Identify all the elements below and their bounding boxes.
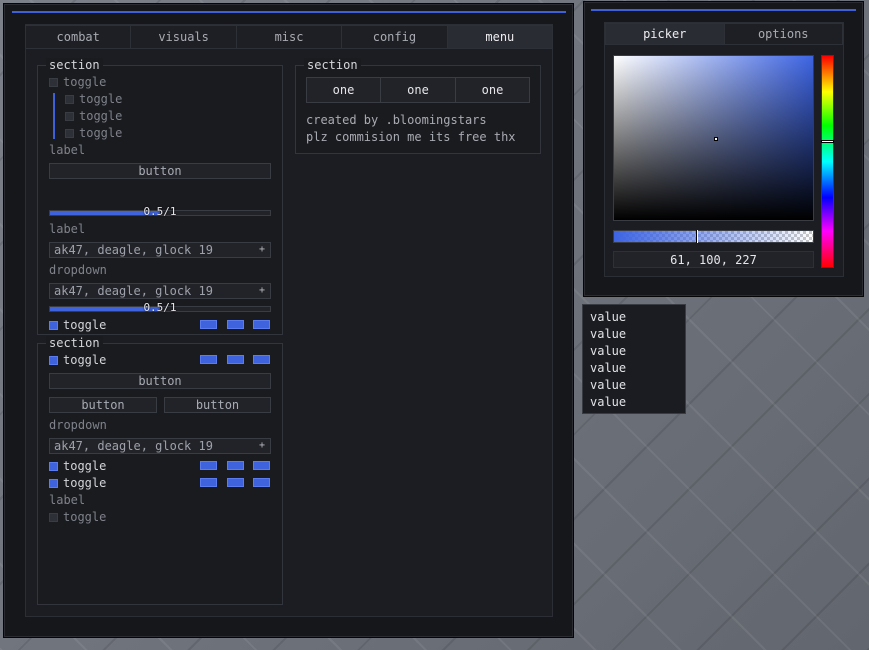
value-item[interactable]: value — [590, 360, 678, 377]
slider-1[interactable]: 0.5/1 — [49, 205, 271, 218]
hue-slider[interactable] — [821, 55, 834, 268]
toggle-label: toggle — [63, 318, 107, 332]
toggle-2[interactable]: toggle — [49, 458, 106, 474]
picker-tab-bar: picker options — [605, 23, 843, 45]
credit-line-1: created by .bloomingstars — [306, 113, 487, 127]
dropdown-3-value: ak47, deagle, glock 19 — [54, 439, 213, 453]
dropdown-label: dropdown — [49, 263, 107, 277]
color-swatch[interactable] — [253, 478, 270, 487]
color-swatch[interactable] — [200, 478, 217, 487]
label-2: label — [49, 222, 86, 236]
label-3: label — [49, 493, 86, 507]
slider-1-value: 0.5/1 — [143, 205, 177, 218]
label-1: label — [49, 143, 86, 157]
checkbox-icon — [65, 95, 74, 104]
toggle-main[interactable]: toggle — [49, 74, 106, 90]
dropdown-1-value: ak47, deagle, glock 19 — [54, 243, 213, 257]
main-tab-bar: combat visuals misc config menu — [25, 25, 553, 49]
sv-cursor[interactable] — [714, 137, 718, 141]
section-1-title: section — [46, 58, 103, 72]
dropdown-2[interactable]: ak47, deagle, glock 19 + — [49, 283, 271, 299]
color-swatch[interactable] — [253, 461, 270, 470]
value-item[interactable]: value — [590, 343, 678, 360]
toggle-4[interactable]: toggle — [49, 509, 106, 525]
alpha-marker[interactable] — [696, 230, 698, 243]
tab-misc[interactable]: misc — [237, 26, 343, 48]
picker-accent-bar — [591, 9, 856, 11]
tab-menu[interactable]: menu — [447, 26, 553, 48]
checkbox-icon — [49, 462, 58, 471]
toggle-label: toggle — [63, 353, 107, 367]
tab-combat[interactable]: combat — [26, 26, 132, 48]
value-item[interactable]: value — [590, 309, 678, 326]
toggle-label: toggle — [63, 510, 107, 524]
hue-marker[interactable] — [821, 140, 834, 143]
toggle-label: toggle — [63, 75, 107, 89]
slider-2[interactable]: 0.5/1 — [49, 301, 271, 314]
checkbox-icon — [65, 112, 74, 121]
tab-options[interactable]: options — [725, 24, 843, 44]
sub-toggle-3[interactable]: toggle — [65, 125, 122, 141]
checkbox-icon — [49, 479, 58, 488]
button-one-1[interactable]: one — [306, 77, 381, 103]
dropdown-1[interactable]: ak47, deagle, glock 19 + — [49, 242, 271, 258]
section-2-button-right[interactable]: button — [164, 397, 271, 413]
checkbox-icon — [49, 321, 58, 330]
value-item[interactable]: value — [590, 394, 678, 411]
toggle-label: toggle — [79, 109, 123, 123]
button-one-3[interactable]: one — [455, 77, 530, 103]
section-2-button-left[interactable]: button — [49, 397, 157, 413]
plus-icon: + — [258, 440, 265, 451]
dropdown-3[interactable]: ak47, deagle, glock 19 + — [49, 438, 271, 454]
toggle-label: toggle — [63, 476, 107, 490]
toggle-3[interactable]: toggle — [49, 475, 106, 491]
color-swatch[interactable] — [227, 355, 244, 364]
color-swatch[interactable] — [253, 320, 270, 329]
color-swatch[interactable] — [200, 355, 217, 364]
color-swatch[interactable] — [227, 320, 244, 329]
checkbox-icon — [65, 129, 74, 138]
plus-icon: + — [258, 285, 265, 296]
color-swatch[interactable] — [227, 478, 244, 487]
alpha-slider[interactable] — [613, 230, 814, 243]
sub-toggle-2[interactable]: toggle — [65, 108, 122, 124]
section-2-title: section — [46, 336, 103, 350]
section-1-button[interactable]: button — [49, 163, 271, 179]
sub-toggle-1[interactable]: toggle — [65, 91, 122, 107]
sub-toggle-indicator — [53, 93, 55, 139]
color-swatch[interactable] — [200, 320, 217, 329]
checkbox-icon — [49, 356, 58, 365]
toggle-with-colors[interactable]: toggle — [49, 317, 106, 333]
value-item[interactable]: value — [590, 326, 678, 343]
toggle-label: toggle — [79, 126, 123, 140]
value-list: value value value value value value — [582, 304, 686, 414]
checkbox-icon — [49, 78, 58, 87]
tab-visuals[interactable]: visuals — [131, 26, 237, 48]
value-item[interactable]: value — [590, 377, 678, 394]
button-one-2[interactable]: one — [380, 77, 456, 103]
toggle-label: toggle — [79, 92, 123, 106]
slider-2-value: 0.5/1 — [143, 301, 177, 314]
tab-config[interactable]: config — [342, 26, 448, 48]
toggle-label: toggle — [63, 459, 107, 473]
plus-icon: + — [258, 244, 265, 255]
color-swatch[interactable] — [253, 355, 270, 364]
dropdown-2-value: ak47, deagle, glock 19 — [54, 284, 213, 298]
checkbox-icon — [49, 513, 58, 522]
credit-line-2: plz commision me its free thx — [306, 130, 516, 144]
section-3-title: section — [304, 58, 361, 72]
section-2-button[interactable]: button — [49, 373, 271, 389]
dropdown-label: dropdown — [49, 418, 107, 432]
saturation-value-area[interactable] — [613, 55, 814, 221]
color-swatch[interactable] — [200, 461, 217, 470]
rgb-readout: 61, 100, 227 — [613, 251, 814, 268]
toggle-1[interactable]: toggle — [49, 352, 106, 368]
main-accent-bar — [12, 11, 566, 13]
tab-picker[interactable]: picker — [606, 24, 725, 44]
color-swatch[interactable] — [227, 461, 244, 470]
